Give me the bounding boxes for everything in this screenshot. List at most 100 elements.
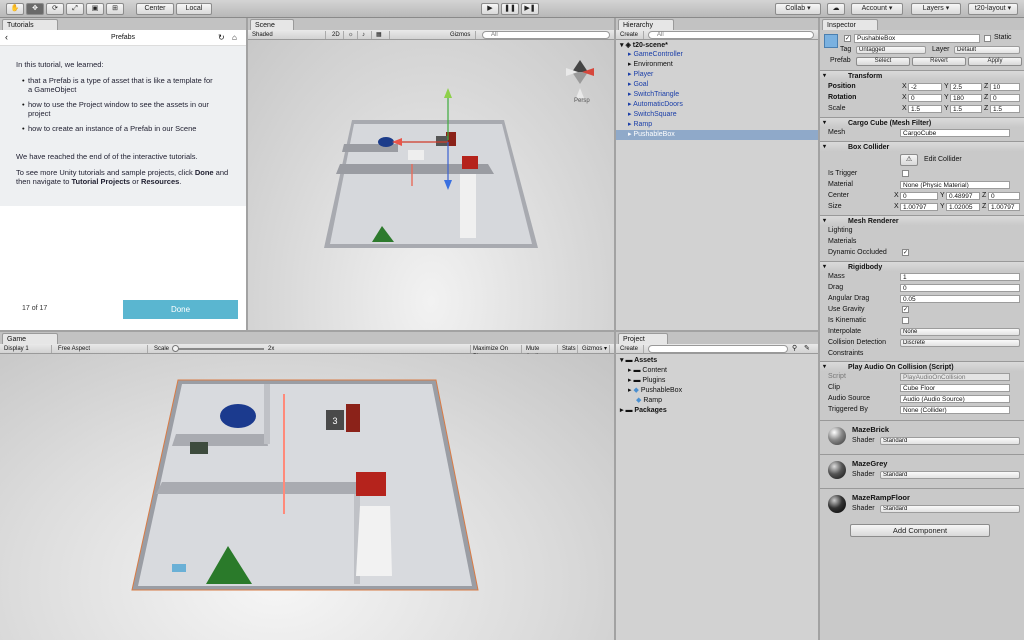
materials-foldout[interactable]: Materials [828,237,856,247]
hierarchy-item-selected[interactable]: ▸ PushableBox [616,130,818,140]
game-viewport[interactable]: 3 [0,354,614,640]
static-checkbox[interactable] [984,35,991,42]
pivot-local-button[interactable]: Local [176,3,212,15]
rect-tool-icon[interactable]: ▣ [86,3,104,15]
play-button[interactable]: ▶ [481,3,499,15]
hierarchy-item[interactable]: ▸ Goal [616,80,818,90]
scale-tool-icon[interactable]: ⤢ [66,3,84,15]
transform-header[interactable]: ▾ Transform [820,70,1024,81]
step-button[interactable]: ▶❚ [521,3,539,15]
size-x-field[interactable]: 1.00797 [900,203,938,211]
material-block[interactable]: MazeRampFloor Shader Standard [820,488,1024,520]
tag-dropdown[interactable]: Untagged [856,46,926,54]
reload-icon[interactable]: ↻ [218,33,225,42]
collision-detection-dropdown[interactable]: Discrete [900,339,1020,347]
revert-button[interactable]: Revert [912,57,966,66]
size-y-field[interactable]: 1.02005 [946,203,980,211]
dynamic-occluded-checkbox[interactable]: ✓ [902,249,909,256]
label-icon[interactable]: ✎ [804,344,810,352]
hierarchy-item[interactable]: ▸ Player [616,70,818,80]
scale-slider[interactable] [174,348,264,350]
hierarchy-item[interactable]: ▸ SwitchTriangle [616,90,818,100]
shader-dropdown[interactable]: Standard [880,437,1020,445]
scale-y-field[interactable]: 1.5 [950,105,982,113]
project-item[interactable]: ▸ ▬ Plugins [616,376,818,386]
layer-dropdown[interactable]: Default [954,46,1020,54]
apply-button[interactable]: Apply [968,57,1022,66]
shading-dropdown[interactable]: Shaded [250,31,326,39]
scene-gizmos-dropdown[interactable]: Gizmos ▾ [448,31,476,46]
shader-dropdown[interactable]: Standard [880,471,1020,479]
edit-collider-icon[interactable]: ⚠ [900,154,918,166]
center-x-field[interactable]: 0 [900,192,938,200]
position-y-field[interactable]: 2.5 [950,83,982,91]
rotation-z-field[interactable]: 0 [990,94,1020,102]
playaudio-header[interactable]: ▾ Play Audio On Collision (Script) [820,361,1024,372]
clip-field[interactable]: Cube Floor [900,384,1010,392]
packages-folder[interactable]: ▸ ▬ Packages [616,406,818,416]
hierarchy-create-dropdown[interactable]: Create ▾ [618,31,644,46]
drag-field[interactable]: 0 [900,284,1020,292]
project-item[interactable]: ▸ ▬ Content [616,366,818,376]
is-kinematic-checkbox[interactable] [902,317,909,324]
mesh-field[interactable]: CargoCube [900,129,1010,137]
game-gizmos-dropdown[interactable]: Gizmos ▾ [580,345,610,353]
collab-dropdown[interactable]: Collab ▾ [775,3,821,15]
hierarchy-item[interactable]: ▸ SwitchSquare [616,110,818,120]
triggered-by-field[interactable]: None (Collider) [900,406,1010,414]
transform-tool-icon[interactable]: ⊞ [106,3,124,15]
hierarchy-item[interactable]: ▸ GameController [616,50,818,60]
use-gravity-checkbox[interactable]: ✓ [902,306,909,313]
move-tool-icon[interactable]: ✥ [26,3,44,15]
scale-z-field[interactable]: 1.5 [990,105,1020,113]
project-create-dropdown[interactable]: Create ▾ [618,345,644,360]
rigidbody-header[interactable]: ▾ Rigidbody [820,261,1024,272]
material-field[interactable]: None (Physic Material) [900,181,1010,189]
audio-source-field[interactable]: Audio (Audio Source) [900,395,1010,403]
home-icon[interactable]: ⌂ [232,33,237,42]
object-name-field[interactable]: PushableBox [854,34,980,43]
center-z-field[interactable]: 0 [988,192,1020,200]
cloud-icon[interactable]: ☁ [827,3,845,15]
mute-audio-toggle[interactable]: Mute Audio [524,345,558,360]
scale-slider-handle[interactable] [172,345,179,352]
select-button[interactable]: Select [856,57,910,66]
2d-toggle[interactable]: 2D [330,31,344,39]
boxcollider-header[interactable]: ▾ Box Collider [820,141,1024,152]
effects-icon[interactable]: ▦ [374,31,390,39]
center-y-field[interactable]: 0.48997 [946,192,980,200]
is-trigger-checkbox[interactable] [902,170,909,177]
maximize-on-play-toggle[interactable]: Maximize On Play [470,345,522,360]
project-item[interactable]: ▸ ◆ PushableBox [616,386,818,396]
aspect-dropdown[interactable]: Free Aspect [56,345,148,353]
stats-toggle[interactable]: Stats [560,345,578,353]
position-x-field[interactable]: -2 [908,83,942,91]
add-component-button[interactable]: Add Component [850,524,990,537]
hierarchy-search-input[interactable]: All [648,31,814,39]
orientation-gizmo[interactable] [566,60,594,98]
shader-dropdown[interactable]: Standard [880,505,1020,513]
lighting-foldout[interactable]: Lighting [828,226,853,236]
rotation-y-field[interactable]: 180 [950,94,982,102]
scale-x-field[interactable]: 1.5 [908,105,942,113]
angular-drag-field[interactable]: 0.05 [900,295,1020,303]
scene-search-input[interactable]: All [482,31,610,39]
display-dropdown[interactable]: Display 1 [2,345,52,353]
mass-field[interactable]: 1 [900,273,1020,281]
size-z-field[interactable]: 1.00797 [988,203,1020,211]
account-dropdown[interactable]: Account ▾ [851,3,903,15]
material-block[interactable]: MazeGrey Shader Standard [820,454,1024,486]
interpolate-dropdown[interactable]: None [900,328,1020,336]
assets-folder[interactable]: ▾ ▬ Assets [616,356,818,366]
filter-icon[interactable]: ⚲ [792,344,797,352]
layout-dropdown[interactable]: t20-layout ▾ [968,3,1018,15]
done-button[interactable]: Done [123,300,238,319]
active-checkbox[interactable]: ✓ [844,35,851,42]
project-search-input[interactable] [648,345,788,353]
lighting-icon[interactable]: ☼ [346,31,358,39]
constraints-foldout[interactable]: Constraints [828,349,863,359]
layers-dropdown[interactable]: Layers ▾ [911,3,961,15]
hierarchy-item[interactable]: ▸ AutomaticDoors [616,100,818,110]
material-block[interactable]: MazeBrick Shader Standard [820,420,1024,452]
meshrenderer-header[interactable]: ▾ Mesh Renderer [820,215,1024,226]
